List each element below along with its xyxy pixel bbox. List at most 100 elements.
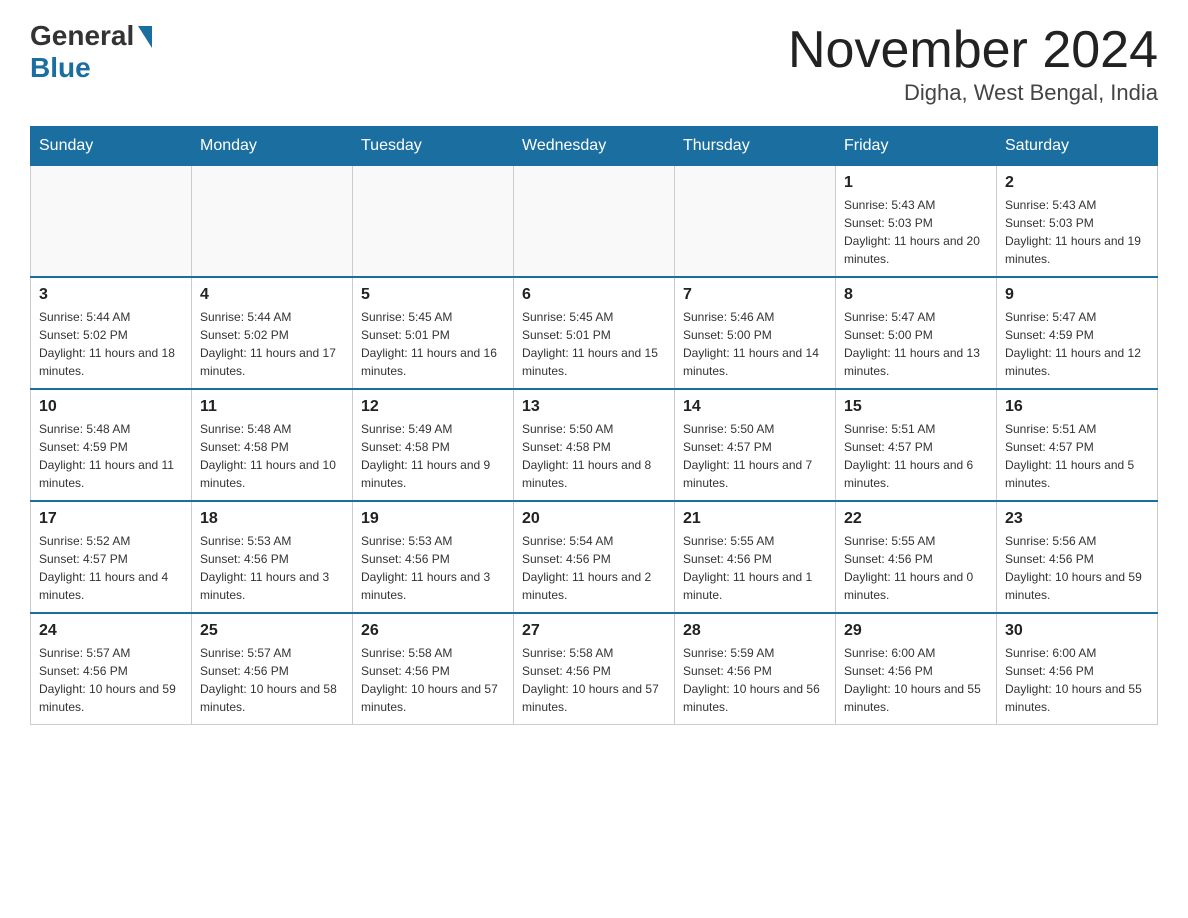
day-number: 5 xyxy=(361,286,505,304)
day-number: 13 xyxy=(522,398,666,416)
day-cell xyxy=(192,166,353,278)
col-header-friday: Friday xyxy=(836,127,997,166)
week-row-4: 17 Sunrise: 5:52 AMSunset: 4:57 PMDayligh… xyxy=(31,501,1158,613)
day-cell xyxy=(31,166,192,278)
calendar-header-row: SundayMondayTuesdayWednesdayThursdayFrid… xyxy=(31,127,1158,166)
day-cell: 8 Sunrise: 5:47 AMSunset: 5:00 PMDaylight… xyxy=(836,277,997,389)
day-info: Sunrise: 5:58 AMSunset: 4:56 PMDaylight:… xyxy=(522,644,666,716)
day-number: 17 xyxy=(39,510,183,528)
day-cell: 11 Sunrise: 5:48 AMSunset: 4:58 PMDayligh… xyxy=(192,389,353,501)
logo-blue-label: Blue xyxy=(30,52,91,84)
day-info: Sunrise: 5:55 AMSunset: 4:56 PMDaylight:… xyxy=(844,532,988,604)
day-info: Sunrise: 6:00 AMSunset: 4:56 PMDaylight:… xyxy=(1005,644,1149,716)
day-info: Sunrise: 5:44 AMSunset: 5:02 PMDaylight:… xyxy=(39,308,183,380)
day-number: 1 xyxy=(844,174,988,192)
day-number: 18 xyxy=(200,510,344,528)
day-number: 21 xyxy=(683,510,827,528)
day-info: Sunrise: 5:53 AMSunset: 4:56 PMDaylight:… xyxy=(361,532,505,604)
day-cell: 7 Sunrise: 5:46 AMSunset: 5:00 PMDaylight… xyxy=(675,277,836,389)
location-subtitle: Digha, West Bengal, India xyxy=(788,80,1158,106)
day-cell: 19 Sunrise: 5:53 AMSunset: 4:56 PMDayligh… xyxy=(353,501,514,613)
day-number: 7 xyxy=(683,286,827,304)
day-number: 11 xyxy=(200,398,344,416)
day-number: 27 xyxy=(522,622,666,640)
day-info: Sunrise: 5:46 AMSunset: 5:00 PMDaylight:… xyxy=(683,308,827,380)
calendar-table: SundayMondayTuesdayWednesdayThursdayFrid… xyxy=(30,126,1158,725)
day-cell: 28Sunrise: 5:59 AMSunset: 4:56 PMDayligh… xyxy=(675,613,836,725)
day-cell: 22 Sunrise: 5:55 AMSunset: 4:56 PMDayligh… xyxy=(836,501,997,613)
day-info: Sunrise: 5:44 AMSunset: 5:02 PMDaylight:… xyxy=(200,308,344,380)
day-cell: 2 Sunrise: 5:43 AMSunset: 5:03 PMDaylight… xyxy=(997,166,1158,278)
week-row-5: 24Sunrise: 5:57 AMSunset: 4:56 PMDayligh… xyxy=(31,613,1158,725)
logo-general-text: General xyxy=(30,20,152,52)
day-number: 2 xyxy=(1005,174,1149,192)
day-cell: 26 Sunrise: 5:58 AMSunset: 4:56 PMDayligh… xyxy=(353,613,514,725)
day-info: Sunrise: 5:58 AMSunset: 4:56 PMDaylight:… xyxy=(361,644,505,716)
day-info: Sunrise: 5:43 AMSunset: 5:03 PMDaylight:… xyxy=(844,196,988,268)
day-number: 30 xyxy=(1005,622,1149,640)
day-cell: 3 Sunrise: 5:44 AMSunset: 5:02 PMDaylight… xyxy=(31,277,192,389)
day-number: 12 xyxy=(361,398,505,416)
day-info: Sunrise: 5:43 AMSunset: 5:03 PMDaylight:… xyxy=(1005,196,1149,268)
day-cell: 20Sunrise: 5:54 AMSunset: 4:56 PMDayligh… xyxy=(514,501,675,613)
day-info: Sunrise: 5:51 AMSunset: 4:57 PMDaylight:… xyxy=(1005,420,1149,492)
day-cell xyxy=(353,166,514,278)
day-number: 8 xyxy=(844,286,988,304)
day-number: 15 xyxy=(844,398,988,416)
day-cell xyxy=(675,166,836,278)
col-header-thursday: Thursday xyxy=(675,127,836,166)
day-cell: 13 Sunrise: 5:50 AMSunset: 4:58 PMDayligh… xyxy=(514,389,675,501)
day-number: 20 xyxy=(522,510,666,528)
day-info: Sunrise: 5:52 AMSunset: 4:57 PMDaylight:… xyxy=(39,532,183,604)
day-cell: 21 Sunrise: 5:55 AMSunset: 4:56 PMDayligh… xyxy=(675,501,836,613)
day-info: Sunrise: 5:55 AMSunset: 4:56 PMDaylight:… xyxy=(683,532,827,604)
col-header-sunday: Sunday xyxy=(31,127,192,166)
day-info: Sunrise: 5:45 AMSunset: 5:01 PMDaylight:… xyxy=(522,308,666,380)
page-header: General Blue November 2024 Digha, West B… xyxy=(30,20,1158,106)
day-info: Sunrise: 5:57 AMSunset: 4:56 PMDaylight:… xyxy=(200,644,344,716)
day-number: 26 xyxy=(361,622,505,640)
col-header-wednesday: Wednesday xyxy=(514,127,675,166)
day-info: Sunrise: 5:57 AMSunset: 4:56 PMDaylight:… xyxy=(39,644,183,716)
day-cell: 4 Sunrise: 5:44 AMSunset: 5:02 PMDaylight… xyxy=(192,277,353,389)
day-number: 6 xyxy=(522,286,666,304)
week-row-3: 10 Sunrise: 5:48 AMSunset: 4:59 PMDayligh… xyxy=(31,389,1158,501)
day-info: Sunrise: 5:48 AMSunset: 4:59 PMDaylight:… xyxy=(39,420,183,492)
day-cell: 17 Sunrise: 5:52 AMSunset: 4:57 PMDayligh… xyxy=(31,501,192,613)
day-number: 4 xyxy=(200,286,344,304)
day-number: 28 xyxy=(683,622,827,640)
day-cell: 15Sunrise: 5:51 AMSunset: 4:57 PMDayligh… xyxy=(836,389,997,501)
day-cell: 25 Sunrise: 5:57 AMSunset: 4:56 PMDayligh… xyxy=(192,613,353,725)
day-info: Sunrise: 5:56 AMSunset: 4:56 PMDaylight:… xyxy=(1005,532,1149,604)
day-cell: 10 Sunrise: 5:48 AMSunset: 4:59 PMDayligh… xyxy=(31,389,192,501)
day-number: 19 xyxy=(361,510,505,528)
day-info: Sunrise: 5:45 AMSunset: 5:01 PMDaylight:… xyxy=(361,308,505,380)
day-cell: 16Sunrise: 5:51 AMSunset: 4:57 PMDayligh… xyxy=(997,389,1158,501)
day-number: 29 xyxy=(844,622,988,640)
day-cell: 23Sunrise: 5:56 AMSunset: 4:56 PMDayligh… xyxy=(997,501,1158,613)
day-number: 9 xyxy=(1005,286,1149,304)
month-title: November 2024 xyxy=(788,20,1158,80)
day-cell: 1 Sunrise: 5:43 AMSunset: 5:03 PMDaylight… xyxy=(836,166,997,278)
day-cell: 12 Sunrise: 5:49 AMSunset: 4:58 PMDayligh… xyxy=(353,389,514,501)
day-cell: 9Sunrise: 5:47 AMSunset: 4:59 PMDaylight… xyxy=(997,277,1158,389)
logo-general-label: General xyxy=(30,20,134,52)
day-cell: 5 Sunrise: 5:45 AMSunset: 5:01 PMDaylight… xyxy=(353,277,514,389)
day-cell: 18Sunrise: 5:53 AMSunset: 4:56 PMDayligh… xyxy=(192,501,353,613)
day-info: Sunrise: 5:50 AMSunset: 4:57 PMDaylight:… xyxy=(683,420,827,492)
day-info: Sunrise: 5:50 AMSunset: 4:58 PMDaylight:… xyxy=(522,420,666,492)
day-number: 22 xyxy=(844,510,988,528)
day-number: 25 xyxy=(200,622,344,640)
day-cell xyxy=(514,166,675,278)
logo: General Blue xyxy=(30,20,152,84)
day-cell: 30 Sunrise: 6:00 AMSunset: 4:56 PMDayligh… xyxy=(997,613,1158,725)
day-cell: 27 Sunrise: 5:58 AMSunset: 4:56 PMDayligh… xyxy=(514,613,675,725)
day-number: 3 xyxy=(39,286,183,304)
title-block: November 2024 Digha, West Bengal, India xyxy=(788,20,1158,106)
day-number: 10 xyxy=(39,398,183,416)
day-cell: 6 Sunrise: 5:45 AMSunset: 5:01 PMDaylight… xyxy=(514,277,675,389)
day-info: Sunrise: 5:49 AMSunset: 4:58 PMDaylight:… xyxy=(361,420,505,492)
day-info: Sunrise: 5:48 AMSunset: 4:58 PMDaylight:… xyxy=(200,420,344,492)
day-cell: 24Sunrise: 5:57 AMSunset: 4:56 PMDayligh… xyxy=(31,613,192,725)
day-info: Sunrise: 5:47 AMSunset: 5:00 PMDaylight:… xyxy=(844,308,988,380)
